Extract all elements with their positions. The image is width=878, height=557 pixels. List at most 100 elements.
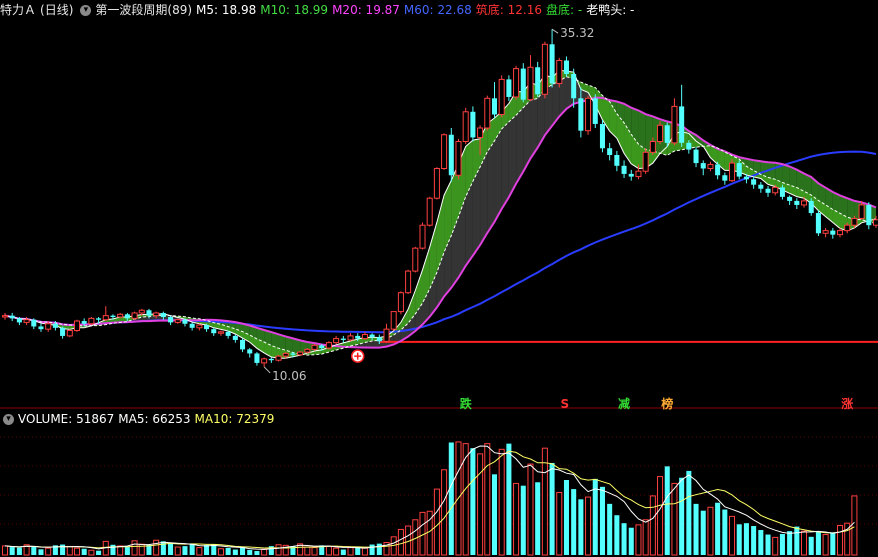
candle-body	[390, 311, 397, 330]
volume-bar	[470, 448, 476, 555]
volume-bar	[722, 509, 728, 555]
volume-bar	[679, 477, 685, 555]
volume-bar	[700, 510, 706, 555]
candle-body	[174, 319, 181, 323]
volume-bar	[758, 530, 764, 555]
volume-bar	[81, 548, 87, 555]
volume-bar	[765, 534, 771, 555]
candle-body	[81, 321, 87, 324]
candle-body	[607, 148, 613, 155]
candle-body	[686, 142, 692, 150]
volume-bar	[800, 530, 808, 556]
candle-body	[592, 98, 598, 124]
volume-bar	[657, 476, 664, 556]
volume-bar	[168, 543, 174, 555]
volume-bar	[117, 545, 124, 556]
volume-bar	[830, 532, 836, 555]
volume-bar	[491, 474, 498, 555]
volume-bar	[261, 548, 268, 556]
volume-bar	[73, 547, 81, 556]
candle-body	[275, 355, 282, 361]
volume-bar	[448, 442, 454, 555]
volume-bar	[325, 545, 332, 556]
signal-label: 跌	[460, 396, 473, 411]
volume-bar	[131, 540, 138, 556]
volume-bar	[794, 526, 800, 555]
candle-body	[66, 330, 73, 337]
volume-bar	[225, 547, 231, 555]
volume-bar	[808, 536, 814, 555]
volume-bar	[743, 523, 749, 555]
volume-bar	[160, 541, 166, 555]
candle-body	[426, 197, 433, 226]
candle-body	[38, 326, 44, 330]
candle-body	[124, 314, 130, 319]
candle-body	[383, 328, 390, 342]
volume-bar	[607, 503, 613, 555]
candle-body	[9, 315, 15, 319]
volume-bar	[520, 485, 526, 555]
volume-bar	[369, 544, 375, 555]
volume-bar	[96, 550, 102, 555]
volume-bar	[556, 492, 563, 556]
volume-bar	[182, 546, 188, 555]
candle-body	[599, 123, 605, 149]
volume-bar	[851, 495, 858, 556]
candle-body	[513, 68, 520, 98]
candle-body	[578, 98, 584, 131]
kline-chart[interactable]: 35.32 10.06 跌 S 减 榜 涨	[0, 0, 878, 557]
signal-label: 减	[618, 396, 630, 411]
volume-bar	[506, 443, 512, 555]
volume-bar	[815, 531, 821, 555]
signal-label: 榜	[661, 396, 673, 411]
volume-bar	[196, 547, 203, 556]
volume-bar	[693, 503, 699, 555]
volume-bar	[254, 551, 260, 555]
volume-bar	[9, 547, 15, 555]
candle-body	[743, 176, 749, 180]
volume-bar	[477, 453, 484, 556]
volume-bar	[671, 482, 678, 556]
candle-body	[520, 68, 526, 100]
volume-bar	[361, 547, 368, 556]
volume-bar	[484, 443, 491, 556]
candle-body	[60, 327, 66, 336]
volume-bar	[433, 488, 440, 556]
candle-body	[779, 187, 785, 197]
candle-body	[441, 134, 448, 169]
volume-bar	[729, 515, 736, 556]
volume-ma10-legend: MA10: 72379	[194, 412, 275, 426]
candle-body	[217, 331, 224, 334]
volume-bar	[614, 515, 620, 555]
candle-body	[45, 323, 52, 330]
volume-bar	[642, 519, 649, 556]
signal-markers: 跌S减榜涨	[460, 396, 854, 411]
candle-body	[16, 318, 22, 323]
candle-body	[484, 97, 491, 129]
candle-body	[679, 106, 685, 143]
volume-bar	[527, 463, 534, 556]
candle-body	[88, 317, 95, 325]
candle-body	[866, 204, 872, 226]
candle-body	[433, 168, 440, 199]
candle-body	[549, 44, 555, 84]
candle-body	[117, 313, 124, 318]
volume-bar	[549, 462, 555, 555]
volume-bar	[585, 496, 592, 556]
candle-body	[347, 335, 354, 341]
volume-bar	[347, 547, 354, 556]
candle-body	[628, 173, 634, 177]
candle-body	[729, 162, 736, 182]
candle-body	[282, 352, 289, 357]
volume-bar	[628, 527, 634, 555]
candle-body	[297, 351, 304, 356]
candle-body	[182, 319, 188, 324]
volume-bar	[16, 547, 22, 555]
volume-bar	[751, 526, 757, 555]
candle-body	[138, 309, 145, 314]
chevron-down-icon[interactable]: ▾	[3, 413, 14, 425]
candle-body	[707, 163, 714, 169]
candle-body	[311, 344, 318, 350]
candle-body	[851, 217, 858, 226]
volume-bar	[535, 482, 541, 555]
